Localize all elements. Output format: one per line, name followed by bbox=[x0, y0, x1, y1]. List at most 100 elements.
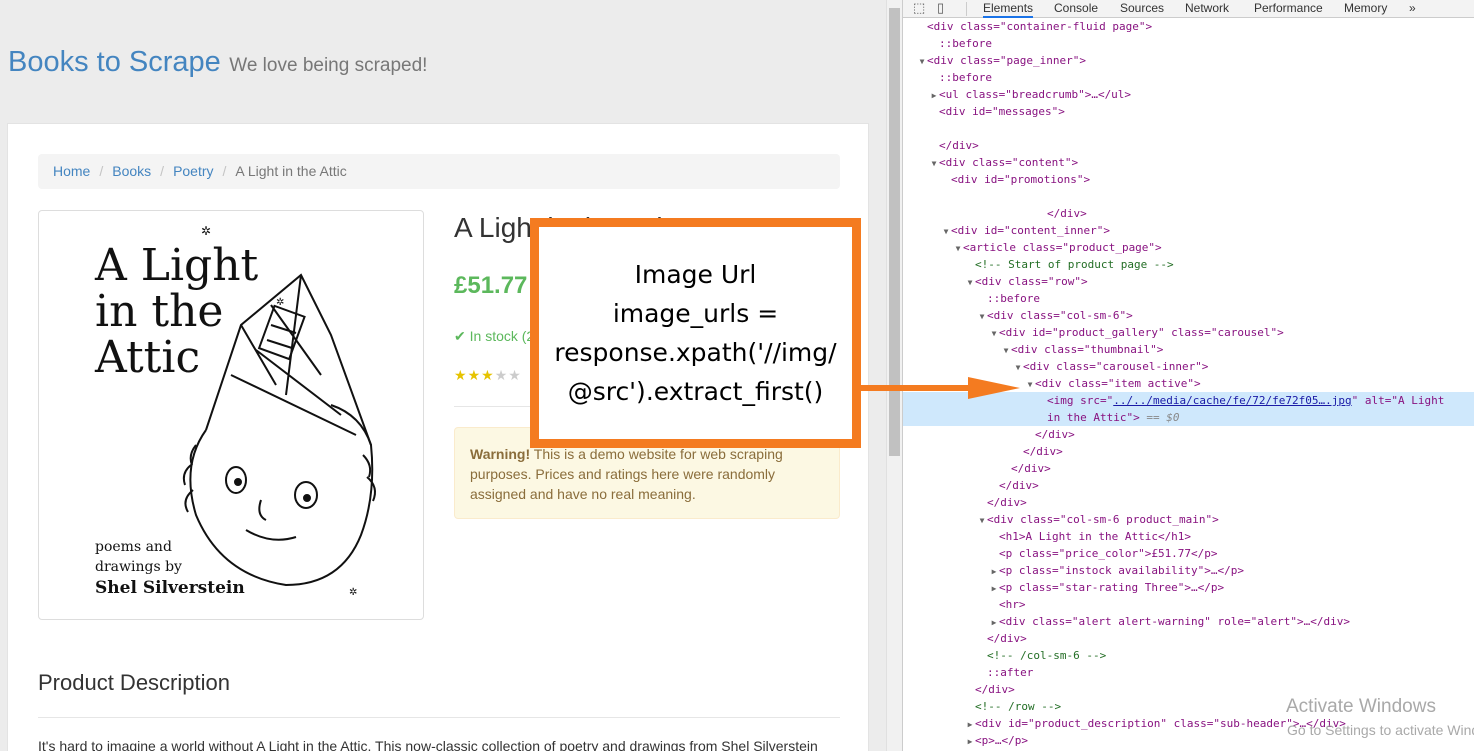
dom-node-line[interactable]: ▶ <div class="alert alert-warning" role="… bbox=[903, 613, 1474, 630]
expand-triangle-icon[interactable]: ▶ bbox=[989, 614, 999, 631]
book-cover-image: ✲ ✲ ✲ A Light in the Attic poems and dra… bbox=[71, 215, 391, 615]
tab-elements[interactable]: Elements bbox=[983, 1, 1034, 18]
dom-node-line[interactable]: in the Attic"> == $0 bbox=[903, 409, 1474, 426]
dom-node-line[interactable]: </div> bbox=[903, 426, 1474, 443]
dom-node-line[interactable]: </div> bbox=[903, 494, 1474, 511]
cover-title-line: Attic bbox=[95, 332, 201, 383]
dom-node-line[interactable]: <p class="price_color">£51.77</p> bbox=[903, 545, 1474, 562]
dom-node-line[interactable]: </div> bbox=[903, 630, 1474, 647]
breadcrumb-home[interactable]: Home bbox=[53, 163, 90, 179]
dom-node-text: in the Attic"> bbox=[1047, 411, 1140, 424]
star-empty-icon: ★ bbox=[508, 367, 522, 383]
dom-node-line[interactable]: <div class="container-fluid page"> bbox=[903, 18, 1474, 35]
dom-node-line[interactable]: <div id="messages"> bbox=[903, 103, 1474, 120]
dom-node-text: <!-- /row --> bbox=[975, 700, 1062, 713]
dom-node-line[interactable]: ▼ <div id="product_gallery" class="carous… bbox=[903, 324, 1474, 341]
dom-node-line[interactable]: </div> bbox=[903, 443, 1474, 460]
dom-node-line[interactable]: ▼ <div class="thumbnail"> bbox=[903, 341, 1474, 358]
star-filled-icon: ★ bbox=[467, 367, 482, 383]
site-brand-link[interactable]: Books to Scrape bbox=[8, 46, 221, 78]
dom-node-text: <img src=" bbox=[1047, 394, 1114, 407]
dom-node-line[interactable]: ::before bbox=[903, 290, 1474, 307]
expand-triangle-icon[interactable]: ▶ bbox=[989, 563, 999, 580]
page-scrollbar[interactable] bbox=[886, 0, 902, 751]
dom-node-line[interactable]: ▼ <div class="content"> bbox=[903, 154, 1474, 171]
dom-node-line[interactable]: ::before bbox=[903, 69, 1474, 86]
dom-node-line[interactable]: ▶ <p class="star-rating Three">…</p> bbox=[903, 579, 1474, 596]
dom-node-line[interactable]: ▼ <div class="page_inner"> bbox=[903, 52, 1474, 69]
collapse-triangle-icon[interactable]: ▼ bbox=[1001, 342, 1011, 359]
dom-node-text: <div id="content_inner"> bbox=[951, 224, 1110, 237]
img-src-link[interactable]: ../../media/cache/fe/72/fe72f05….jpg bbox=[1113, 394, 1351, 407]
annotation-callout: Image Url image_urls = response.xpath('/… bbox=[530, 218, 861, 448]
dom-node-line[interactable]: ▼ <div class="carousel-inner"> bbox=[903, 358, 1474, 375]
warning-label: Warning! bbox=[470, 446, 531, 462]
dom-node-line[interactable]: </div> bbox=[903, 137, 1474, 154]
dom-node-line[interactable]: ▼ <div class="col-sm-6 product_main"> bbox=[903, 511, 1474, 528]
dom-node-text: <!-- /col-sm-6 --> bbox=[987, 649, 1107, 662]
expand-triangle-icon[interactable]: ▶ bbox=[965, 733, 975, 750]
star-rating: ★★★★★ bbox=[454, 367, 522, 384]
dom-node-line[interactable]: ▼ <div class="item active"> bbox=[903, 375, 1474, 392]
dom-node-line[interactable]: <!-- /col-sm-6 --> bbox=[903, 647, 1474, 664]
product-thumbnail[interactable]: ✲ ✲ ✲ A Light in the Attic poems and dra… bbox=[38, 210, 424, 620]
collapse-triangle-icon[interactable]: ▼ bbox=[977, 512, 987, 529]
scrollbar-thumb[interactable] bbox=[889, 8, 900, 456]
dom-node-line[interactable]: ▼ <div class="col-sm-6"> bbox=[903, 307, 1474, 324]
tab-performance[interactable]: Performance bbox=[1254, 1, 1323, 15]
dom-node-line[interactable]: <hr> bbox=[903, 596, 1474, 613]
cover-subtitle-line: poems and bbox=[95, 539, 172, 555]
collapse-triangle-icon[interactable]: ▼ bbox=[1013, 359, 1023, 376]
tab-sources[interactable]: Sources bbox=[1120, 1, 1164, 15]
dom-node-line[interactable]: ::before bbox=[903, 35, 1474, 52]
dom-node-line[interactable]: <!-- Start of product page --> bbox=[903, 256, 1474, 273]
expand-triangle-icon[interactable]: ▶ bbox=[929, 87, 939, 104]
breadcrumb-separator: / bbox=[222, 163, 227, 179]
dom-node-text: <ul class="breadcrumb">…</ul> bbox=[939, 88, 1132, 101]
breadcrumb-poetry[interactable]: Poetry bbox=[173, 163, 213, 179]
dom-node-text: </div> bbox=[939, 139, 979, 152]
dom-node-text: <div id="product_gallery" class="carouse… bbox=[999, 326, 1284, 339]
breadcrumb-separator: / bbox=[160, 163, 165, 179]
tab-memory[interactable]: Memory bbox=[1344, 1, 1387, 15]
dom-node-line[interactable]: ▶ <p class="instock availability">…</p> bbox=[903, 562, 1474, 579]
device-toolbar-icon[interactable]: ▯ bbox=[937, 0, 944, 16]
dom-node-line[interactable]: ▼ <div id="content_inner"> bbox=[903, 222, 1474, 239]
dom-node-line[interactable]: </div> bbox=[903, 477, 1474, 494]
dom-node-line[interactable]: </div> bbox=[903, 205, 1474, 222]
expand-triangle-icon[interactable]: ▶ bbox=[965, 716, 975, 733]
dom-node-text: </div> bbox=[1035, 428, 1075, 441]
devtools-panel: ⬚ ▯ Elements Console Sources Network Per… bbox=[902, 0, 1474, 751]
collapse-triangle-icon[interactable]: ▼ bbox=[989, 325, 999, 342]
more-tabs-button[interactable]: » bbox=[1409, 1, 1416, 15]
dom-node-line[interactable]: ▼ <article class="product_page"> bbox=[903, 239, 1474, 256]
dom-node-text: </div> bbox=[1011, 462, 1051, 475]
dom-node-text: <article class="product_page"> bbox=[963, 241, 1162, 254]
callout-line: response.xpath('//img/ bbox=[554, 338, 837, 367]
dom-node-line[interactable]: ▼ <div class="row"> bbox=[903, 273, 1474, 290]
collapse-triangle-icon[interactable]: ▼ bbox=[965, 274, 975, 291]
inspect-element-icon[interactable]: ⬚ bbox=[913, 0, 925, 16]
collapse-triangle-icon[interactable]: ▼ bbox=[917, 53, 927, 70]
dom-node-line[interactable] bbox=[903, 188, 1474, 205]
collapse-triangle-icon[interactable]: ▼ bbox=[941, 223, 951, 240]
collapse-triangle-icon[interactable]: ▼ bbox=[929, 155, 939, 172]
dom-node-text: <!-- Start of product page --> bbox=[975, 258, 1174, 271]
star-filled-icon: ★ bbox=[454, 367, 468, 383]
collapse-triangle-icon[interactable]: ▼ bbox=[953, 240, 963, 257]
collapse-triangle-icon[interactable]: ▼ bbox=[1025, 376, 1035, 393]
dom-node-line[interactable] bbox=[903, 120, 1474, 137]
dom-node-line[interactable]: ▶ <ul class="breadcrumb">…</ul> bbox=[903, 86, 1474, 103]
expand-triangle-icon[interactable]: ▶ bbox=[989, 580, 999, 597]
dom-node-line[interactable]: <h1>A Light in the Attic</h1> bbox=[903, 528, 1474, 545]
breadcrumb-books[interactable]: Books bbox=[112, 163, 151, 179]
dom-node-line[interactable]: <img src="../../media/cache/fe/72/fe72f0… bbox=[903, 392, 1474, 409]
tab-console[interactable]: Console bbox=[1054, 1, 1098, 15]
collapse-triangle-icon[interactable]: ▼ bbox=[977, 308, 987, 325]
tab-network[interactable]: Network bbox=[1185, 1, 1229, 15]
dom-node-line[interactable]: <div id="promotions"> bbox=[903, 171, 1474, 188]
dom-node-line[interactable]: ::after bbox=[903, 664, 1474, 681]
dom-node-text: <div class="col-sm-6 product_main"> bbox=[987, 513, 1219, 526]
dom-node-line[interactable]: </div> bbox=[903, 460, 1474, 477]
cover-title-line: in the bbox=[95, 286, 224, 337]
